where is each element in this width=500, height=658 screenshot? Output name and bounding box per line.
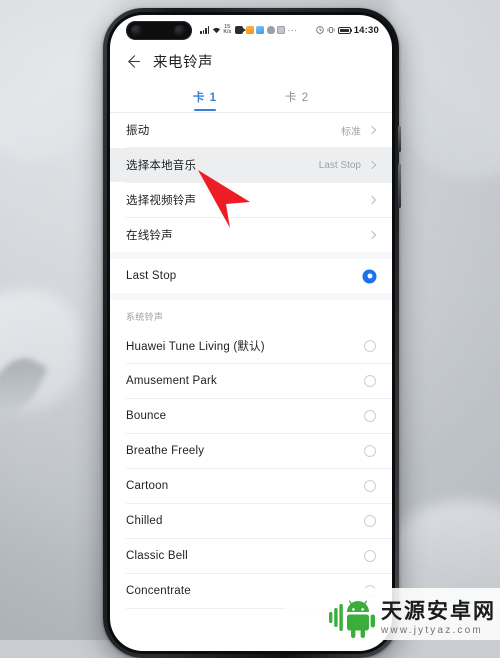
ringtone-label: Cartoon [126,480,169,492]
phone-screen: 15 K/s ··· 14:30 来电铃声 卡 1 卡 2 振动 标准 选择本地… [110,15,392,651]
row-label: 选择视频铃声 [126,195,197,207]
phone-device: 15 K/s ··· 14:30 来电铃声 卡 1 卡 2 振动 标准 选择本地… [103,8,401,658]
tab-sim-1[interactable]: 卡 1 [187,86,223,112]
ringtone-label: Classic Bell [126,550,188,562]
radio-button[interactable] [364,375,376,387]
section-gap [110,252,392,259]
row-label: 振动 [126,125,150,137]
video-app-icon [235,26,246,34]
clock-label: 14:30 [353,24,379,36]
radio-button[interactable] [364,515,376,527]
row-ringtone-bounce[interactable]: Bounce [110,399,392,433]
battery-icon [337,26,353,34]
alarm-icon [315,26,324,34]
radio-button[interactable] [364,410,376,422]
chevron-right-icon [368,231,376,239]
radio-button[interactable] [364,340,376,352]
row-label: 选择本地音乐 [126,160,197,172]
settings-row-group: 振动 标准 选择本地音乐 Last Stop 选择视频铃声 在线铃声 [110,113,392,252]
ringtone-label: Bounce [126,410,167,422]
ringtone-label: Amusement Park [126,375,217,387]
ringtone-label: Huawei Tune Living (默认) [126,341,265,353]
chevron-right-icon [368,196,376,204]
chevron-right-icon [368,161,376,169]
status-bar-notification-icons: ··· [235,26,297,35]
row-ringtone-huawei-tune-living[interactable]: Huawei Tune Living (默认) [110,329,392,363]
row-vibration[interactable]: 振动 标准 [110,113,392,147]
row-label: 在线铃声 [126,230,173,242]
punch-hole-camera [126,21,192,40]
row-ringtone-breathe-freely[interactable]: Breathe Freely [110,434,392,468]
radio-button[interactable] [364,480,376,492]
ringtone-label: Chilled [126,515,163,527]
android-robot-logo-icon [329,598,375,638]
watermark-url: www.jytyaz.com [381,624,483,636]
status-bar-right-icons: 14:30 [315,24,379,36]
wifi-icon [212,26,221,34]
radio-button[interactable] [364,550,376,562]
row-ringtone-classic-bell[interactable]: Classic Bell [110,539,392,573]
ringtone-label: Concentrate [126,585,191,597]
tab-sim-2[interactable]: 卡 2 [279,86,315,112]
site-watermark: 天源安卓网 www.jytyaz.com [329,598,496,638]
power-button[interactable] [398,164,401,208]
status-bar: 15 K/s ··· 14:30 [110,15,392,45]
row-value: Last Stop [318,159,361,171]
more-dots-icon: ··· [287,25,298,35]
signal-bars-icon [200,26,210,34]
system-ringtone-list: Huawei Tune Living (默认) Amusement Park B… [110,329,392,609]
app-bar: 来电铃声 [110,45,392,82]
vibrate-icon [327,26,335,34]
row-ringtone-last-stop[interactable]: Last Stop [110,259,392,293]
row-ringtone-amusement-park[interactable]: Amusement Park [110,364,392,398]
row-online-ringtone[interactable]: 在线铃声 [110,218,392,252]
ringtone-label: Breathe Freely [126,445,205,457]
row-select-video-ringtone[interactable]: 选择视频铃声 [110,183,392,217]
gallery-app-icon [277,26,286,34]
status-bar-left-icons: 15 K/s [200,24,232,35]
phone-bezel: 15 K/s ··· 14:30 来电铃声 卡 1 卡 2 振动 标准 选择本地… [107,12,395,654]
watermark-title: 天源安卓网 [381,599,496,623]
page-title: 来电铃声 [153,55,213,71]
row-select-local-music[interactable]: 选择本地音乐 Last Stop [110,148,392,182]
back-arrow-icon[interactable] [126,54,141,69]
sim-card-tabs: 卡 1 卡 2 [110,82,392,112]
radio-button[interactable] [364,445,376,457]
ringtone-label: Last Stop [126,270,177,282]
watermark-text: 天源安卓网 www.jytyaz.com [381,601,496,636]
section-gap [110,293,392,300]
network-speed-label: 15 K/s [223,24,232,35]
radio-button-selected[interactable] [363,269,376,283]
blue-app-icon [256,26,265,34]
row-ringtone-chilled[interactable]: Chilled [110,504,392,538]
volume-button[interactable] [398,126,401,152]
chevron-right-icon [368,126,376,134]
section-header-system-ringtones: 系统铃声 [126,312,164,322]
row-ringtone-cartoon[interactable]: Cartoon [110,469,392,503]
row-value: 标准 [341,126,361,138]
orange-app-icon [245,26,254,34]
cloud-icon [266,26,275,34]
